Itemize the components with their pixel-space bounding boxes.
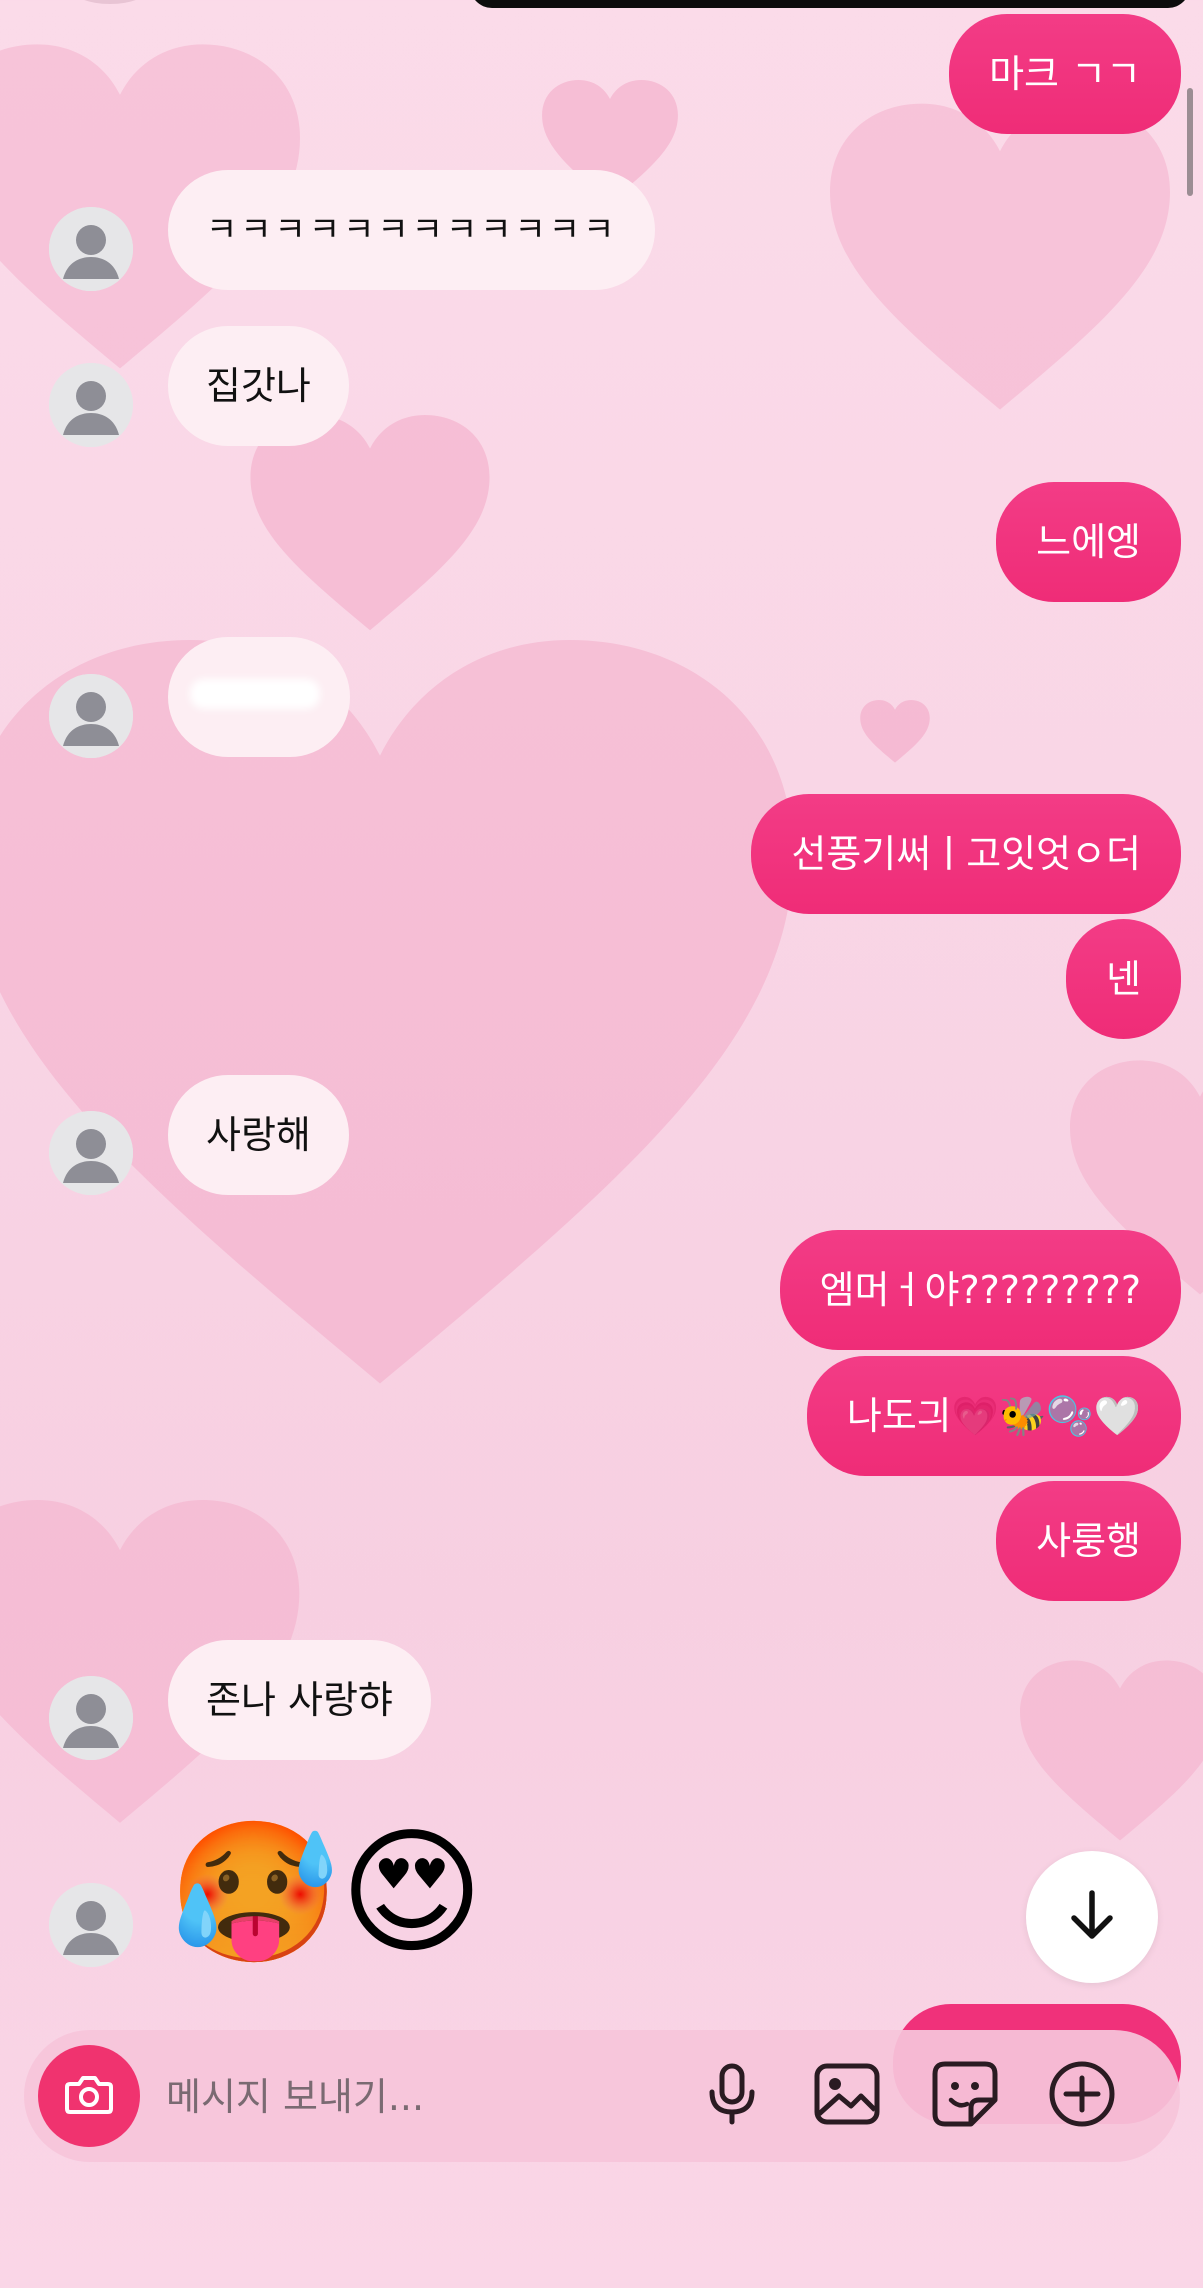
message-text: 엠머ㅓ야????????? [819, 1268, 1141, 1312]
message-text: 선풍기써ㅣ고잇엇ㅇ더 [791, 832, 1141, 876]
message-text: 사룽행 [1036, 1519, 1141, 1563]
background-heart [830, 100, 1170, 420]
outgoing-message[interactable]: 엠머ㅓ야????????? [779, 1230, 1181, 1350]
gallery-button[interactable] [811, 2060, 883, 2132]
message-text: 존나 사랑햐 [206, 1678, 393, 1722]
background-heart [860, 700, 930, 764]
message-text: 사랑해 [206, 1113, 311, 1157]
outgoing-message[interactable]: 느에엥 [996, 482, 1181, 602]
incoming-message-redacted[interactable] [168, 637, 350, 757]
image-icon [811, 2058, 883, 2134]
message-text: 마크 ㄱㄱ [989, 52, 1141, 96]
top-overlay-bar [470, 0, 1190, 8]
outgoing-message[interactable]: 사룽행 [996, 1481, 1181, 1601]
incoming-message[interactable]: 집갓나 [168, 326, 349, 446]
plus-circle-icon [1046, 2058, 1118, 2134]
outgoing-message[interactable]: 마크 ㄱㄱ [949, 14, 1181, 134]
message-text: 나도긔💗🐝🫧🤍 [846, 1394, 1141, 1438]
avatar[interactable] [49, 674, 133, 758]
add-button[interactable] [1046, 2060, 1118, 2132]
scrollbar[interactable] [1187, 88, 1193, 196]
incoming-message[interactable]: ㅋㅋㅋㅋㅋㅋㅋㅋㅋㅋㅋㅋ [168, 170, 656, 290]
outgoing-message[interactable]: 선풍기써ㅣ고잇엇ㅇ더 [751, 794, 1181, 914]
emoji-message[interactable]: 🥵😍 [168, 1818, 484, 1968]
sticker-icon [929, 2058, 1001, 2134]
camera-button[interactable] [38, 2045, 140, 2147]
message-text: 느에엥 [1036, 520, 1141, 564]
arrow-down-icon [1062, 1885, 1122, 1949]
outgoing-message[interactable]: 나도긔💗🐝🫧🤍 [806, 1356, 1181, 1476]
outgoing-message[interactable]: 넨 [1066, 919, 1181, 1039]
incoming-message[interactable]: 존나 사랑햐 [168, 1640, 431, 1760]
message-text: 넨 [1106, 957, 1141, 1001]
message-input[interactable] [164, 2056, 668, 2138]
message-text: 🥵😍 [168, 1812, 484, 1973]
background-heart [250, 415, 490, 635]
camera-icon [62, 2067, 116, 2125]
background-heart [0, 640, 800, 1400]
avatar[interactable] [49, 1676, 133, 1760]
redaction-smudge [190, 679, 320, 709]
message-composer [24, 2030, 1180, 2162]
background-heart [1020, 1660, 1203, 1845]
message-text: ㅋㅋㅋㅋㅋㅋㅋㅋㅋㅋㅋㅋ [206, 210, 618, 250]
scroll-to-bottom-button[interactable] [1026, 1851, 1158, 1983]
avatar[interactable] [49, 363, 133, 447]
incoming-message[interactable]: 사랑해 [168, 1075, 349, 1195]
sticker-button[interactable] [929, 2060, 1001, 2132]
avatar[interactable] [49, 1111, 133, 1195]
avatar[interactable] [49, 207, 133, 291]
status-area-edge [70, 0, 150, 4]
message-text: 집갓나 [206, 364, 311, 408]
microphone-icon [696, 2058, 768, 2134]
avatar[interactable] [49, 1883, 133, 1967]
microphone-button[interactable] [696, 2060, 768, 2132]
